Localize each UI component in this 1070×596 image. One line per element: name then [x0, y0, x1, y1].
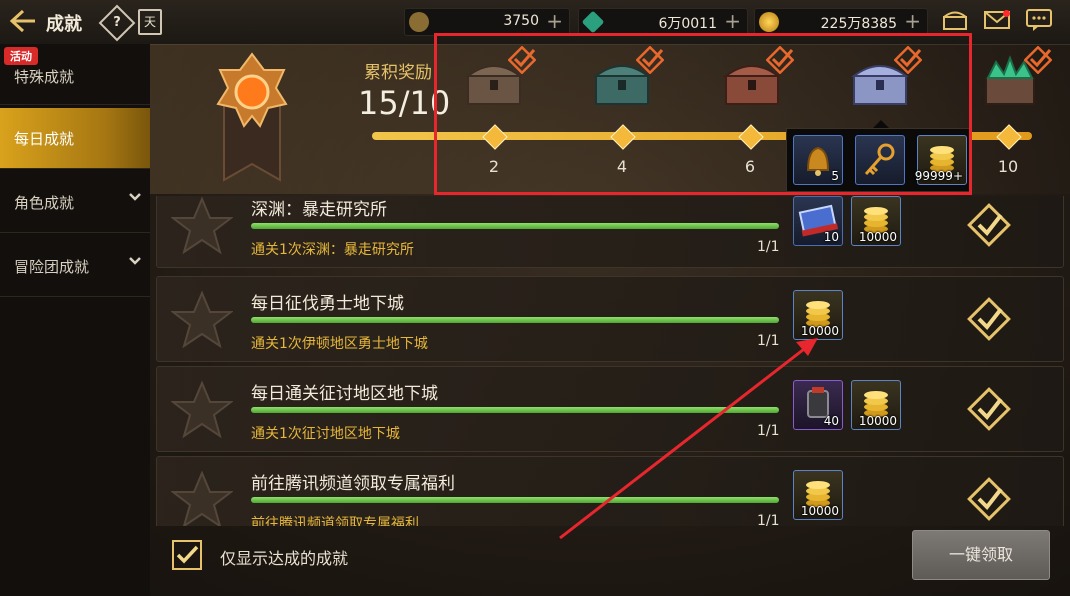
help-icon[interactable]: ? [98, 4, 136, 42]
achievement-progress-fill [251, 317, 779, 323]
achievement-desc: 通关1次深渊：暴走研究所 [251, 242, 414, 258]
achievement-count: 1/1 [757, 513, 780, 526]
currency-gem: 6万0011 + [578, 8, 748, 36]
sidebar-item-label: 每日成就 [14, 130, 75, 148]
star-emblem-icon [171, 470, 233, 526]
calendar-icon[interactable]: 天 [138, 9, 162, 35]
claim-check-icon[interactable] [965, 295, 1013, 343]
show-completed-checkbox[interactable] [172, 540, 202, 570]
claim-check-icon[interactable] [965, 385, 1013, 433]
gold-icon [759, 12, 779, 32]
achievement-title: 深渊：暴走研究所 [251, 200, 387, 220]
stone-item-icon[interactable]: 40 [793, 380, 843, 430]
gold-coins-icon[interactable]: 10000 [851, 380, 901, 430]
achievement-progress-fill [251, 497, 779, 503]
add-gold-button[interactable]: + [904, 9, 921, 33]
currency-gold: 225万8385 + [754, 8, 928, 36]
gem-icon [581, 10, 605, 34]
chevron-down-icon [128, 254, 142, 270]
achievement-title: 每日通关征讨地区地下城 [251, 384, 438, 404]
ticket-item-icon[interactable]: 10 [793, 196, 843, 246]
star-emblem-icon [171, 290, 233, 349]
event-badge: 活动 [4, 47, 38, 65]
sidebar-item-label: 特殊成就 [14, 68, 75, 86]
star-emblem-icon [171, 196, 233, 255]
sidebar-item-label: 冒险团成就 [14, 258, 90, 276]
reward-items: 10000 [793, 470, 851, 520]
claim-check-icon[interactable] [965, 201, 1013, 249]
sidebar-item-label: 角色成就 [14, 194, 75, 212]
achievement-row: 深渊：暴走研究所 通关1次深渊：暴走研究所 1/1 10 10000 [156, 196, 1064, 268]
achievement-count: 1/1 [757, 239, 780, 255]
sidebar-item-adventure-group[interactable]: 冒险团成就 [0, 236, 150, 297]
claim-check-icon[interactable] [965, 475, 1013, 523]
milestone-label: 10 [997, 157, 1019, 176]
achievement-progress-bar [251, 223, 779, 229]
mail-notification-dot [1003, 10, 1010, 17]
sidebar: 活动 特殊成就 每日成就 角色成就 冒险团成就 [0, 44, 150, 596]
star-emblem-icon [171, 380, 233, 439]
gold-coins-icon[interactable]: 10000 [793, 290, 843, 340]
add-c-coin-button[interactable]: + [546, 9, 563, 33]
gold-coins-icon[interactable]: 10000 [851, 196, 901, 246]
achievement-progress-bar [251, 407, 779, 413]
sidebar-item-daily[interactable]: 每日成就 [0, 108, 150, 169]
achievement-row: 每日征伐勇士地下城 通关1次伊顿地区勇士地下城 1/1 10000 [156, 276, 1064, 362]
achievement-desc: 前往腾讯频道领取专属福利 [251, 516, 419, 526]
achievement-progress-fill [251, 407, 779, 413]
achievement-title: 每日征伐勇士地下城 [251, 294, 404, 314]
reward-items: 10000 [793, 290, 851, 340]
achievement-list: 深渊：暴走研究所 通关1次深渊：暴走研究所 1/1 10 10000 每日征伐勇… [156, 196, 1064, 526]
gold-coins-icon[interactable]: 10000 [793, 470, 843, 520]
chat-icon[interactable] [1024, 8, 1054, 34]
achievement-count: 1/1 [757, 333, 780, 349]
achievement-desc: 通关1次征讨地区地下城 [251, 426, 400, 442]
achievement-medal-icon [214, 52, 290, 182]
achievement-row: 前往腾讯频道领取专属福利 前往腾讯频道领取专属福利 1/1 10000 [156, 456, 1064, 526]
reward-items: 40 10000 [793, 380, 909, 430]
achievement-desc: 通关1次伊顿地区勇士地下城 [251, 336, 428, 352]
claimed-check-icon [1023, 45, 1053, 75]
sidebar-item-special[interactable]: 活动 特殊成就 [0, 44, 150, 105]
back-arrow-icon[interactable] [8, 8, 38, 36]
achievement-count: 1/1 [757, 423, 780, 439]
mail-icon[interactable] [982, 8, 1012, 34]
sidebar-item-character[interactable]: 角色成就 [0, 172, 150, 233]
add-gem-button[interactable]: + [724, 9, 741, 33]
achievement-title: 前往腾讯频道领取专属福利 [251, 474, 455, 494]
show-completed-label: 仅显示达成的成就 [220, 549, 349, 568]
achievement-progress-bar [251, 497, 779, 503]
claim-all-button[interactable]: 一键领取 [912, 530, 1050, 580]
reward-items: 10 10000 [793, 196, 909, 246]
c-coin-icon [409, 12, 429, 32]
chest-shop-icon[interactable] [940, 8, 970, 34]
currency-c-coin: 3750 + [404, 8, 570, 36]
page-title: 成就 [46, 14, 82, 35]
achievement-progress-fill [251, 223, 779, 229]
achievement-row: 每日通关征讨地区地下城 通关1次征讨地区地下城 1/1 40 10000 [156, 366, 1064, 452]
cumulative-reward-label: 累积奖励 [364, 63, 432, 83]
annotation-highlight-box [434, 33, 972, 195]
chevron-down-icon [128, 190, 142, 206]
achievement-progress-bar [251, 317, 779, 323]
